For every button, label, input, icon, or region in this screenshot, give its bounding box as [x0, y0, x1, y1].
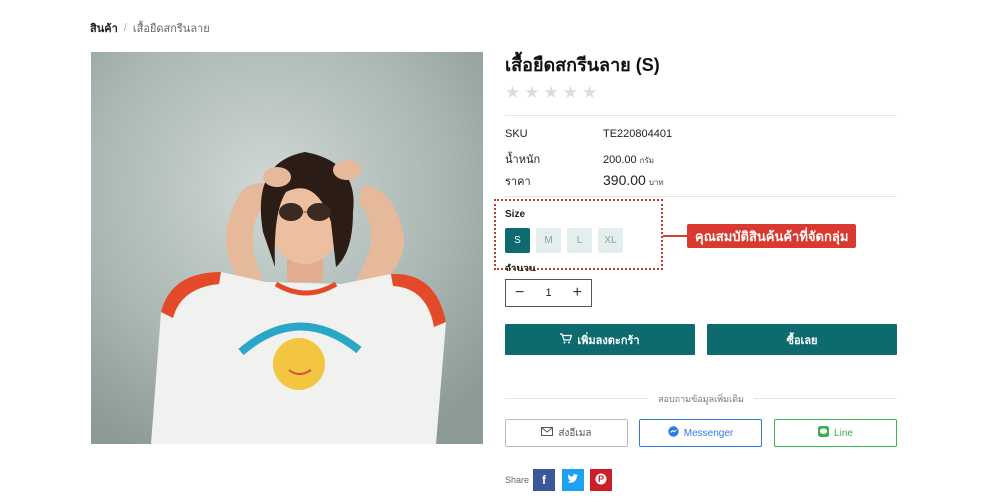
email-button[interactable]: ส่งอีเมล — [505, 419, 628, 447]
sku-label: SKU — [505, 128, 528, 140]
size-option-s[interactable]: S — [505, 228, 530, 253]
inquiry-heading-text: สอบถามข้อมูลเพิ่มเติม — [648, 394, 754, 404]
weight-value: 200.00 — [603, 154, 637, 166]
pinterest-glyph: P — [598, 474, 604, 484]
spec-price: ราคา 390.00 บาท — [505, 172, 664, 190]
weight-unit: กรัม — [639, 156, 655, 165]
rating-stars[interactable]: ★ ★ ★ ★ ★ — [505, 84, 597, 101]
buy-now-button[interactable]: ซื้อเลย — [707, 324, 897, 355]
line-button[interactable]: Line — [774, 419, 897, 447]
price-label: ราคา — [505, 176, 531, 188]
pinterest-share-button[interactable]: P — [590, 469, 612, 491]
product-photo-illustration — [91, 52, 483, 444]
callout-connector — [663, 235, 687, 237]
breadcrumb-current: เสื้อยืดสกรีนลาย — [132, 23, 210, 35]
weight-label: น้ำหนัก — [505, 154, 541, 166]
quantity-label: จำนวน — [505, 264, 536, 271]
quantity-stepper: − 1 + — [505, 279, 592, 307]
messenger-label: Messenger — [683, 427, 734, 439]
spec-sku: SKU TE220804401 — [505, 128, 672, 140]
star-icon[interactable]: ★ — [563, 84, 578, 101]
size-options: S M L XL — [505, 228, 623, 253]
star-icon[interactable]: ★ — [544, 84, 559, 101]
breadcrumb-products-link[interactable]: สินค้า — [90, 19, 118, 37]
line-icon — [818, 426, 830, 440]
star-icon[interactable]: ★ — [505, 84, 520, 101]
size-option-xl[interactable]: XL — [598, 228, 623, 253]
divider — [505, 196, 897, 197]
decrease-quantity-button[interactable]: − — [515, 285, 524, 301]
messenger-button[interactable]: Messenger — [639, 419, 762, 447]
quantity-value[interactable]: 1 — [545, 287, 551, 299]
facebook-share-button[interactable]: f — [533, 469, 555, 491]
breadcrumb: สินค้า / เสื้อยืดสกรีนลาย — [90, 19, 210, 37]
share-label: Share — [505, 475, 530, 485]
increase-quantity-button[interactable]: + — [573, 285, 582, 301]
cart-icon — [560, 332, 573, 347]
star-icon[interactable]: ★ — [582, 84, 597, 101]
product-image[interactable] — [91, 52, 483, 444]
star-icon[interactable]: ★ — [524, 84, 539, 101]
pinterest-icon: P — [595, 473, 607, 488]
facebook-icon: f — [542, 473, 546, 487]
price-unit: บาท — [648, 178, 664, 187]
messenger-icon — [668, 426, 679, 440]
line-label: Line — [834, 427, 853, 439]
price-value: 390.00 — [603, 172, 646, 188]
product-title: เสื้อยืดสกรีนลาย (S) — [505, 55, 660, 75]
twitter-share-button[interactable] — [562, 469, 584, 491]
divider — [505, 115, 897, 116]
breadcrumb-separator: / — [123, 22, 127, 34]
size-option-l[interactable]: L — [567, 228, 592, 253]
size-label: Size — [505, 209, 526, 220]
size-option-m[interactable]: M — [536, 228, 561, 253]
add-to-cart-label: เพิ่มลงตะกร้า — [577, 334, 640, 347]
email-label: ส่งอีเมล — [558, 427, 592, 439]
sku-value: TE220804401 — [603, 128, 673, 140]
spec-weight: น้ำหนัก 200.00 กรัม — [505, 150, 654, 168]
inquiry-heading: สอบถามข้อมูลเพิ่มเติม — [505, 392, 897, 406]
twitter-icon — [567, 473, 579, 487]
envelope-icon — [541, 427, 554, 439]
callout-label: คุณสมบัติสินค้นค้าที่จัดกลุ่ม — [687, 224, 857, 248]
add-to-cart-button[interactable]: เพิ่มลงตะกร้า — [505, 324, 695, 355]
